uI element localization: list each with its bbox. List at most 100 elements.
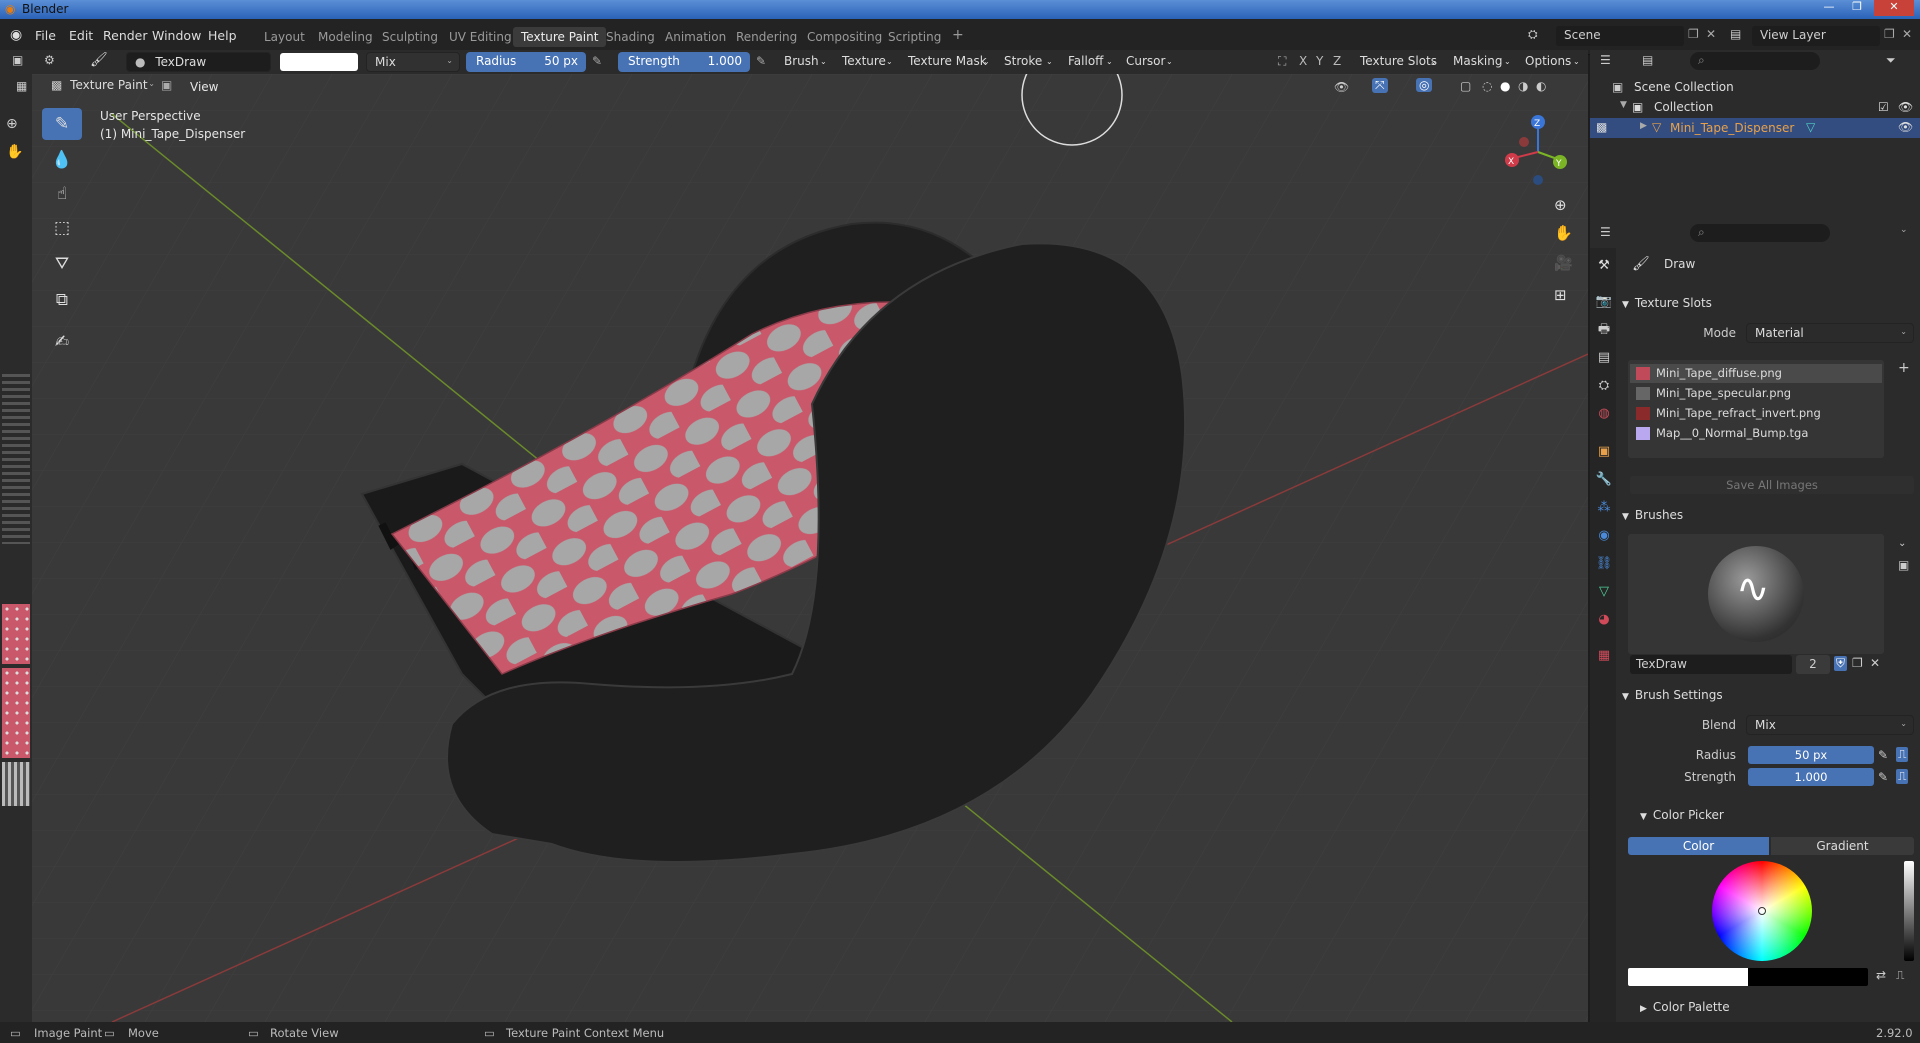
add-texture-slot-button[interactable]: + xyxy=(1898,360,1910,376)
texture-tab-icon[interactable]: ▦ xyxy=(1594,646,1614,666)
draw-tool-button[interactable]: ✎ xyxy=(42,108,82,140)
texture-slot-2[interactable]: Mini_Tape_refract_invert.png xyxy=(1630,404,1882,423)
brush-icon[interactable]: 🖌 xyxy=(90,52,108,68)
tab-sculpting[interactable]: Sculpting xyxy=(374,27,446,47)
brush-blend-dropdown[interactable]: Mix ⌄ xyxy=(1746,715,1914,735)
texture-slot-1[interactable]: Mini_Tape_specular.png xyxy=(1630,384,1882,403)
radius-pressure-icon[interactable]: ✎ xyxy=(592,54,602,68)
properties-editor-icon[interactable]: ☰ xyxy=(1600,225,1611,239)
object-tab-icon[interactable]: ▣ xyxy=(1594,442,1614,462)
texture-slots-menu[interactable]: Texture Slots xyxy=(1360,54,1437,68)
brush-preview[interactable]: ∿ xyxy=(1628,534,1884,654)
tab-animation[interactable]: Animation xyxy=(657,27,734,47)
new-scene-icon[interactable]: ❐ xyxy=(1688,27,1699,41)
view-menu[interactable]: View xyxy=(190,80,218,94)
mirror-x-toggle[interactable]: X xyxy=(1299,54,1307,68)
texture-slot-3[interactable]: Map__0_Normal_Bump.tga xyxy=(1630,424,1882,443)
view-layer-tab-icon[interactable]: ▤ xyxy=(1594,348,1614,368)
output-tab-icon[interactable]: 🖶 xyxy=(1594,320,1614,340)
cursor-menu[interactable]: Cursor xyxy=(1126,54,1165,68)
soften-tool-button[interactable]: 💧 xyxy=(42,144,82,176)
radius-unit-icon[interactable]: ⎍ xyxy=(1896,747,1909,762)
scene-tab-icon[interactable]: ⛭ xyxy=(1594,376,1614,396)
close-button[interactable]: ✕ xyxy=(1874,0,1914,16)
object-visibility-icon[interactable]: 👁 xyxy=(1898,120,1913,134)
hand-icon[interactable]: ✋ xyxy=(6,144,23,160)
brush-name-field[interactable]: TexDraw xyxy=(1630,655,1792,674)
brush-users-count[interactable]: 2 xyxy=(1796,655,1830,674)
tool-tab-icon[interactable]: ⚒ xyxy=(1594,256,1614,276)
particles-tab-icon[interactable]: ⁂ xyxy=(1594,498,1614,518)
falloff-menu[interactable]: Falloff xyxy=(1068,54,1103,68)
texture-slots-header[interactable]: ▼ Texture Slots xyxy=(1622,296,1712,310)
fake-user-icon[interactable]: ⛨ xyxy=(1834,656,1848,671)
mode-dropdown[interactable]: ▩ Texture Paint ⌄ xyxy=(43,76,161,96)
duplicate-brush-icon[interactable]: ❐ xyxy=(1852,656,1863,670)
value-slider[interactable] xyxy=(1904,861,1914,961)
outliner-search-input[interactable]: ⌕ xyxy=(1690,52,1820,70)
color-wheel-cursor[interactable] xyxy=(1758,907,1766,915)
color-picker-header[interactable]: ▼ Color Picker xyxy=(1640,808,1724,822)
tab-compositing[interactable]: Compositing xyxy=(799,27,890,47)
color-palette-header[interactable]: ▶ Color Palette xyxy=(1640,1000,1730,1014)
delete-view-layer-icon[interactable]: ✕ xyxy=(1902,27,1912,41)
maximize-button[interactable]: ❐ xyxy=(1844,0,1870,16)
symmetry-icon[interactable]: ⛶ xyxy=(1278,54,1286,69)
solid-shading-icon[interactable]: ● xyxy=(1500,79,1510,93)
brush-image-icon[interactable]: ▣ xyxy=(1898,558,1909,572)
blender-menu-icon[interactable]: ◉ xyxy=(10,27,22,43)
add-workspace-button[interactable]: + xyxy=(944,24,972,46)
editor-type-icon[interactable]: ▣ xyxy=(12,53,23,67)
strength-pressure-toggle-icon[interactable]: ✎ xyxy=(1878,770,1888,784)
material-tab-icon[interactable]: ◕ xyxy=(1594,610,1614,630)
tab-modeling[interactable]: Modeling xyxy=(310,27,381,47)
brush-strength-slider[interactable]: 1.000 xyxy=(1748,768,1874,786)
render-tab-icon[interactable]: 📷 xyxy=(1594,292,1614,312)
scene-collection-label[interactable]: Scene Collection xyxy=(1634,80,1734,94)
mirror-z-toggle[interactable]: Z xyxy=(1333,54,1341,68)
physics-tab-icon[interactable]: ◉ xyxy=(1594,526,1614,546)
radius-slider[interactable]: Radius 50 px xyxy=(466,52,586,72)
color-wheel[interactable] xyxy=(1712,861,1812,961)
pan-view-icon[interactable]: ✋ xyxy=(1554,224,1573,242)
zoom-view-icon[interactable]: ⊕ xyxy=(1554,196,1567,214)
smear-tool-button[interactable]: ☝ xyxy=(42,178,82,210)
menu-file[interactable]: File xyxy=(35,28,56,43)
minimize-button[interactable]: — xyxy=(1816,0,1842,16)
scene-icon[interactable]: ⛭ xyxy=(1528,27,1538,42)
collection-visibility-icon[interactable]: 👁 xyxy=(1898,100,1913,114)
tab-scripting[interactable]: Scripting xyxy=(880,27,949,47)
constraints-tab-icon[interactable]: ⛓ xyxy=(1594,554,1614,574)
brushes-header[interactable]: ▼ Brushes xyxy=(1622,508,1683,522)
color-swatch[interactable] xyxy=(280,53,358,71)
texture-slot-0[interactable]: Mini_Tape_diffuse.png xyxy=(1630,364,1882,383)
data-tab-icon[interactable]: ▽ xyxy=(1594,582,1614,602)
menu-window[interactable]: Window xyxy=(152,28,201,43)
brush-selector[interactable]: ● TexDraw xyxy=(126,52,271,72)
texture-menu[interactable]: Texture xyxy=(842,54,886,68)
view-layer-icon[interactable]: ▤ xyxy=(1730,27,1741,41)
fill-tool-button[interactable]: ⛛ xyxy=(42,248,82,280)
wireframe-shading-icon[interactable]: ◌ xyxy=(1482,79,1492,93)
texture-mask-menu[interactable]: Texture Mask xyxy=(908,54,987,68)
tab-texture-paint[interactable]: Texture Paint xyxy=(513,27,607,47)
menu-help[interactable]: Help xyxy=(208,28,237,43)
swap-colors-icon[interactable]: ⇄ xyxy=(1876,968,1886,982)
properties-options-icon[interactable]: ⌄ xyxy=(1900,225,1908,235)
annotate-tool-button[interactable]: ✍ xyxy=(42,326,82,358)
menu-render[interactable]: Render xyxy=(103,28,148,43)
3d-viewport[interactable] xyxy=(32,74,1588,1022)
tab-shading[interactable]: Shading xyxy=(598,27,663,47)
radius-pressure-toggle-icon[interactable]: ✎ xyxy=(1878,748,1888,762)
camera-view-icon[interactable]: 🎥 xyxy=(1554,254,1573,272)
color-swatch-bar[interactable] xyxy=(1628,968,1868,986)
collection-expand-icon[interactable]: ▼ xyxy=(1620,100,1627,110)
outliner-editor-icon[interactable]: ☰ xyxy=(1600,53,1611,67)
color-tab[interactable]: Color xyxy=(1628,837,1769,855)
view-object-types-icon[interactable]: 👁 xyxy=(1334,80,1349,94)
gizmo-toggle-icon[interactable]: ⤧ xyxy=(1372,78,1388,93)
options-menu[interactable]: Options xyxy=(1525,54,1571,68)
masking-menu[interactable]: Masking xyxy=(1453,54,1502,68)
stroke-menu[interactable]: Stroke xyxy=(1004,54,1042,68)
new-view-layer-icon[interactable]: ❐ xyxy=(1884,27,1895,41)
